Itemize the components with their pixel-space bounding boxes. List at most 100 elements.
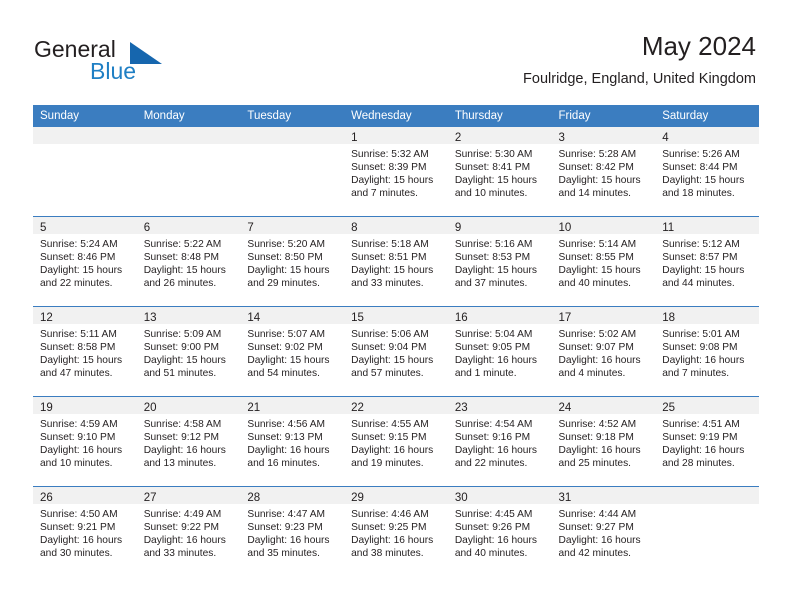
title-block: May 2024 Foulridge, England, United King… (523, 30, 756, 88)
calendar-day-cell[interactable]: 18 Sunrise: 5:01 AM Sunset: 9:08 PM Dayligh… (655, 306, 759, 397)
calendar-day-cell[interactable]: 5 Sunrise: 5:24 AM Sunset: 8:46 PM Daylight… (33, 216, 137, 307)
calendar-day-cell[interactable]: 8 Sunrise: 5:18 AM Sunset: 8:51 PM Daylight… (344, 216, 448, 307)
calendar-week-row: 1 Sunrise: 5:32 AM Sunset: 8:39 PM Daylight… (33, 126, 759, 217)
daylight-text: Daylight: 16 hours and 33 minutes. (143, 535, 226, 560)
calendar-day-cell[interactable]: 2 Sunrise: 5:30 AM Sunset: 8:41 PM Daylight… (447, 126, 552, 217)
sunset-text: Sunset: 9:16 PM (454, 432, 531, 444)
day-number: 27 (143, 492, 157, 504)
weekday-header-friday: Friday (551, 105, 656, 127)
sunset-text: Sunset: 9:27 PM (558, 522, 634, 534)
day-number-band: 29 (344, 487, 448, 504)
calendar-day-cell[interactable]: 27 Sunrise: 4:49 AM Sunset: 9:22 PM Dayligh… (136, 486, 241, 576)
sunrise-text: Sunrise: 5:04 AM (454, 329, 533, 340)
calendar-day-cell[interactable]: 26 Sunrise: 4:50 AM Sunset: 9:21 PM Dayligh… (33, 486, 137, 576)
sunrise-text: Sunrise: 5:16 AM (454, 239, 533, 250)
day-details: Sunrise: 4:51 AM Sunset: 9:19 PM Daylight:… (655, 414, 759, 470)
sunrise-text: Sunrise: 5:11 AM (40, 329, 117, 340)
daylight-text: Daylight: 16 hours and 35 minutes. (247, 535, 330, 560)
day-details: Sunrise: 5:32 AM Sunset: 8:39 PM Daylight:… (344, 144, 448, 200)
calendar-day-cell[interactable]: 16 Sunrise: 5:04 AM Sunset: 9:05 PM Dayligh… (447, 306, 552, 397)
sunset-text: Sunset: 8:39 PM (351, 162, 427, 174)
sunset-text: Sunset: 9:25 PM (351, 522, 427, 534)
sunset-text: Sunset: 9:12 PM (143, 432, 220, 444)
daylight-text: Daylight: 15 hours and 22 minutes. (40, 265, 123, 290)
day-number-band (33, 127, 137, 144)
sunset-text: Sunset: 8:51 PM (351, 252, 427, 264)
day-number: 3 (558, 132, 565, 144)
calendar-day-cell[interactable]: 20 Sunrise: 4:58 AM Sunset: 9:12 PM Dayligh… (136, 396, 241, 487)
calendar-day-cell[interactable]: 10 Sunrise: 5:14 AM Sunset: 8:55 PM Dayligh… (551, 216, 656, 307)
sunrise-text: Sunrise: 4:59 AM (40, 419, 118, 430)
daylight-text: Daylight: 15 hours and 33 minutes. (351, 265, 434, 290)
calendar-day-cell[interactable]: 9 Sunrise: 5:16 AM Sunset: 8:53 PM Daylight… (447, 216, 552, 307)
sunrise-text: Sunrise: 4:51 AM (662, 419, 740, 430)
day-details: Sunrise: 4:59 AM Sunset: 9:10 PM Daylight:… (33, 414, 137, 470)
calendar-day-cell[interactable]: 28 Sunrise: 4:47 AM Sunset: 9:23 PM Dayligh… (240, 486, 345, 576)
day-details: Sunrise: 5:09 AM Sunset: 9:00 PM Daylight:… (137, 324, 241, 380)
daylight-text: Daylight: 16 hours and 42 minutes. (558, 535, 641, 560)
calendar-week-row: 5 Sunrise: 5:24 AM Sunset: 8:46 PM Daylight… (33, 216, 759, 307)
calendar-day-cell[interactable]: 12 Sunrise: 5:11 AM Sunset: 8:58 PM Dayligh… (33, 306, 137, 397)
day-details: Sunrise: 5:11 AM Sunset: 8:58 PM Daylight:… (33, 324, 137, 380)
sunset-text: Sunset: 9:04 PM (351, 342, 427, 354)
daylight-text: Daylight: 15 hours and 57 minutes. (351, 355, 434, 380)
day-number: 8 (351, 222, 358, 234)
day-number-band: 7 (240, 217, 345, 234)
calendar-day-cell[interactable]: 17 Sunrise: 5:02 AM Sunset: 9:07 PM Dayligh… (551, 306, 656, 397)
calendar-day-cell[interactable]: 29 Sunrise: 4:46 AM Sunset: 9:25 PM Dayligh… (344, 486, 448, 576)
calendar-day-cell[interactable]: 15 Sunrise: 5:06 AM Sunset: 9:04 PM Dayligh… (344, 306, 448, 397)
calendar-day-cell[interactable]: 14 Sunrise: 5:07 AM Sunset: 9:02 PM Dayligh… (240, 306, 345, 397)
sunrise-text: Sunrise: 4:52 AM (558, 419, 637, 430)
sunset-text: Sunset: 9:07 PM (558, 342, 634, 354)
daylight-text: Daylight: 15 hours and 40 minutes. (558, 265, 641, 290)
calendar-day-cell[interactable]: 3 Sunrise: 5:28 AM Sunset: 8:42 PM Daylight… (551, 126, 656, 217)
calendar-day-cell[interactable]: 21 Sunrise: 4:56 AM Sunset: 9:13 PM Dayligh… (240, 396, 345, 487)
calendar-header-row: Sunday Monday Tuesday Wednesday Thursday Frid… (33, 105, 759, 127)
sunset-text: Sunset: 8:55 PM (558, 252, 634, 264)
daylight-text: Daylight: 15 hours and 10 minutes. (454, 175, 537, 200)
daylight-text: Daylight: 15 hours and 54 minutes. (247, 355, 330, 380)
day-number: 15 (351, 312, 364, 324)
daylight-text: Daylight: 16 hours and 40 minutes. (454, 535, 537, 560)
sunset-text: Sunset: 8:48 PM (143, 252, 220, 264)
calendar-day-cell[interactable]: 13 Sunrise: 5:09 AM Sunset: 9:00 PM Dayligh… (136, 306, 241, 397)
calendar-day-cell[interactable]: 22 Sunrise: 4:55 AM Sunset: 9:15 PM Dayligh… (344, 396, 448, 487)
sunrise-text: Sunrise: 4:58 AM (143, 419, 222, 430)
sunrise-text: Sunrise: 4:46 AM (351, 509, 429, 520)
calendar-day-cell[interactable]: 7 Sunrise: 5:20 AM Sunset: 8:50 PM Daylight… (240, 216, 345, 307)
calendar-day-cell[interactable]: 30 Sunrise: 4:45 AM Sunset: 9:26 PM Dayligh… (447, 486, 552, 576)
sunset-text: Sunset: 9:00 PM (143, 342, 220, 354)
day-number: 12 (40, 312, 53, 324)
daylight-text: Daylight: 16 hours and 7 minutes. (662, 355, 745, 380)
day-details: Sunrise: 5:22 AM Sunset: 8:48 PM Daylight:… (137, 234, 241, 290)
sunset-text: Sunset: 9:10 PM (40, 432, 116, 444)
day-details: Sunrise: 5:28 AM Sunset: 8:42 PM Daylight:… (552, 144, 656, 200)
calendar-day-cell[interactable]: 11 Sunrise: 5:12 AM Sunset: 8:57 PM Dayligh… (655, 216, 759, 307)
calendar-day-cell[interactable]: 23 Sunrise: 4:54 AM Sunset: 9:16 PM Dayligh… (447, 396, 552, 487)
day-details: Sunrise: 5:24 AM Sunset: 8:46 PM Daylight:… (33, 234, 137, 290)
calendar-day-cell[interactable]: 6 Sunrise: 5:22 AM Sunset: 8:48 PM Daylight… (136, 216, 241, 307)
calendar-day-cell[interactable]: 24 Sunrise: 4:52 AM Sunset: 9:18 PM Dayligh… (551, 396, 656, 487)
calendar-day-cell[interactable]: 25 Sunrise: 4:51 AM Sunset: 9:19 PM Dayligh… (655, 396, 759, 487)
calendar-day-cell[interactable]: 4 Sunrise: 5:26 AM Sunset: 8:44 PM Daylight… (655, 126, 759, 217)
calendar-day-cell[interactable]: 31 Sunrise: 4:44 AM Sunset: 9:27 PM Dayligh… (551, 486, 656, 576)
daylight-text: Daylight: 15 hours and 26 minutes. (143, 265, 226, 290)
calendar-table: Sunday Monday Tuesday Wednesday Thursday Frid… (33, 105, 759, 576)
sunrise-text: Sunrise: 5:07 AM (247, 329, 325, 340)
weekday-header-wednesday: Wednesday (344, 105, 448, 127)
day-details: Sunrise: 4:44 AM Sunset: 9:27 PM Daylight:… (552, 504, 656, 560)
sunrise-text: Sunrise: 5:09 AM (143, 329, 222, 340)
day-details: Sunrise: 5:07 AM Sunset: 9:02 PM Daylight:… (240, 324, 344, 380)
sunset-text: Sunset: 9:13 PM (247, 432, 323, 444)
brand-logo[interactable]: General Blue (34, 36, 214, 88)
day-number: 25 (662, 402, 676, 414)
calendar-day-cell[interactable]: 19 Sunrise: 4:59 AM Sunset: 9:10 PM Dayligh… (33, 396, 137, 487)
daylight-text: Daylight: 15 hours and 47 minutes. (40, 355, 123, 380)
sunset-text: Sunset: 9:18 PM (558, 432, 634, 444)
sunset-text: Sunset: 8:50 PM (247, 252, 323, 264)
sunset-text: Sunset: 9:21 PM (40, 522, 116, 534)
sunset-text: Sunset: 8:46 PM (40, 252, 116, 264)
daylight-text: Daylight: 16 hours and 1 minute. (454, 355, 537, 380)
calendar-week-row: 12 Sunrise: 5:11 AM Sunset: 8:58 PM Dayligh… (33, 306, 759, 397)
calendar-day-cell[interactable]: 1 Sunrise: 5:32 AM Sunset: 8:39 PM Daylight… (344, 126, 448, 217)
